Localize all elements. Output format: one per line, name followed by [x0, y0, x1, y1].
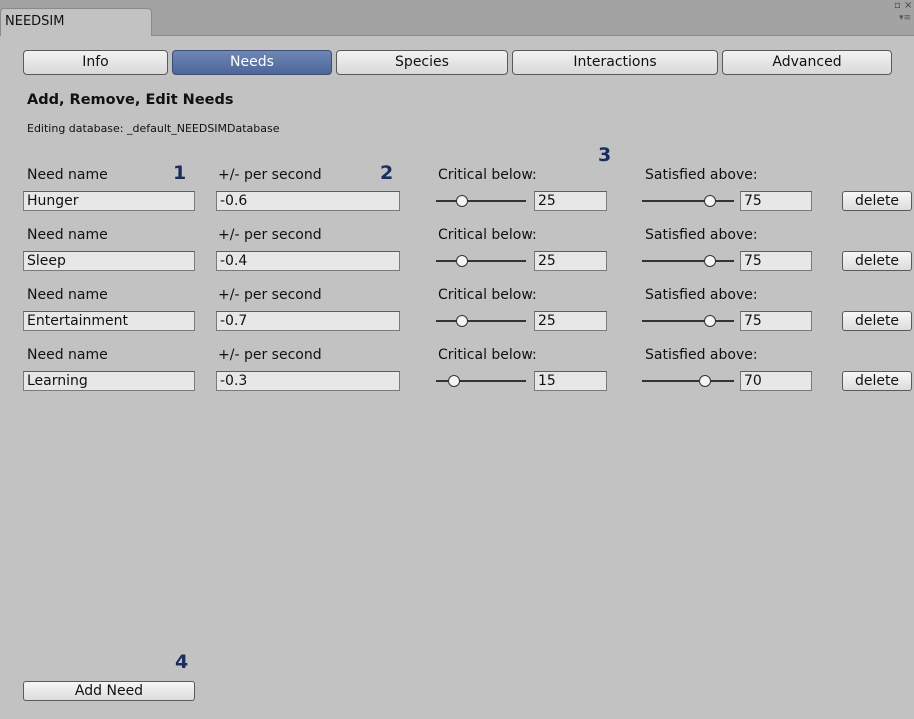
- critical-slider-track: [436, 260, 526, 262]
- satisfied-slider[interactable]: [642, 254, 734, 268]
- annotation-3: 3: [598, 144, 612, 166]
- satisfied-slider[interactable]: [642, 194, 734, 208]
- add-need-button[interactable]: Add Need: [23, 681, 195, 701]
- delete-label: delete: [854, 373, 900, 389]
- satisfied-slider-knob[interactable]: [704, 255, 716, 267]
- rate-label: +/- per second: [218, 287, 322, 303]
- critical-slider-track: [436, 320, 526, 322]
- database-info: Editing database: _default_NEEDSIMDataba…: [27, 122, 280, 135]
- rate-field[interactable]: -0.3: [216, 371, 400, 391]
- critical-slider[interactable]: [436, 254, 526, 268]
- close-icon[interactable]: ×: [904, 1, 912, 11]
- critical-label: Critical below:: [438, 347, 537, 363]
- satisfied-value-field[interactable]: 75: [740, 311, 812, 331]
- critical-slider-track: [436, 200, 526, 202]
- need-name-field[interactable]: Entertainment: [23, 311, 195, 331]
- delete-label: delete: [854, 193, 900, 209]
- critical-slider[interactable]: [436, 314, 526, 328]
- critical-slider-knob[interactable]: [456, 315, 468, 327]
- need-name-label: Need name: [27, 167, 108, 183]
- critical-slider[interactable]: [436, 374, 526, 388]
- rate-label: +/- per second: [218, 167, 322, 183]
- window-tab-label: NEEDSIM: [5, 14, 65, 29]
- tab-interactions[interactable]: Interactions: [512, 50, 718, 75]
- tab-needs-label: Needs: [230, 54, 274, 70]
- satisfied-label: Satisfied above:: [645, 227, 758, 243]
- tab-info-label: Info: [82, 54, 109, 70]
- annotation-1: 1: [173, 162, 187, 184]
- window-title-bar: NEEDSIM ▫ × ▾≡: [0, 0, 914, 36]
- restore-icon[interactable]: ▫: [894, 1, 901, 11]
- satisfied-value-field[interactable]: 70: [740, 371, 812, 391]
- satisfied-label: Satisfied above:: [645, 287, 758, 303]
- rate-field[interactable]: -0.6: [216, 191, 400, 211]
- panel-menu-icon[interactable]: ▾≡: [899, 13, 911, 23]
- need-name-field[interactable]: Sleep: [23, 251, 195, 271]
- rate-field[interactable]: -0.4: [216, 251, 400, 271]
- delete-label: delete: [854, 253, 900, 269]
- annotation-2: 2: [380, 162, 394, 184]
- satisfied-slider-track: [642, 380, 734, 382]
- need-name-field[interactable]: Learning: [23, 371, 195, 391]
- satisfied-slider-knob[interactable]: [704, 315, 716, 327]
- satisfied-slider-knob[interactable]: [704, 195, 716, 207]
- tab-advanced-label: Advanced: [772, 54, 842, 70]
- delete-button[interactable]: delete: [842, 251, 912, 271]
- critical-slider-knob[interactable]: [448, 375, 460, 387]
- satisfied-slider-track: [642, 200, 734, 202]
- delete-label: delete: [854, 313, 900, 329]
- need-name-label: Need name: [27, 287, 108, 303]
- tab-interactions-label: Interactions: [573, 54, 657, 70]
- critical-slider[interactable]: [436, 194, 526, 208]
- satisfied-label: Satisfied above:: [645, 347, 758, 363]
- tab-needs[interactable]: Needs: [172, 50, 332, 75]
- tab-info[interactable]: Info: [23, 50, 168, 75]
- rate-field[interactable]: -0.7: [216, 311, 400, 331]
- satisfied-label: Satisfied above:: [645, 167, 758, 183]
- window-tab[interactable]: NEEDSIM: [0, 8, 152, 36]
- satisfied-slider-track: [642, 320, 734, 322]
- critical-value-field[interactable]: 25: [534, 251, 607, 271]
- rate-label: +/- per second: [218, 227, 322, 243]
- critical-label: Critical below:: [438, 287, 537, 303]
- critical-value-field[interactable]: 15: [534, 371, 607, 391]
- annotation-4: 4: [175, 651, 189, 673]
- satisfied-slider-knob[interactable]: [699, 375, 711, 387]
- delete-button[interactable]: delete: [842, 371, 912, 391]
- critical-label: Critical below:: [438, 167, 537, 183]
- tab-advanced[interactable]: Advanced: [722, 50, 892, 75]
- need-name-label: Need name: [27, 347, 108, 363]
- rate-label: +/- per second: [218, 347, 322, 363]
- need-name-field[interactable]: Hunger: [23, 191, 195, 211]
- satisfied-slider[interactable]: [642, 374, 734, 388]
- critical-slider-knob[interactable]: [456, 195, 468, 207]
- section-title: Add, Remove, Edit Needs: [27, 92, 234, 108]
- need-name-label: Need name: [27, 227, 108, 243]
- satisfied-value-field[interactable]: 75: [740, 251, 812, 271]
- critical-value-field[interactable]: 25: [534, 311, 607, 331]
- critical-value-field[interactable]: 25: [534, 191, 607, 211]
- add-need-label: Add Need: [74, 683, 144, 699]
- tab-species-label: Species: [395, 54, 449, 70]
- satisfied-value-field[interactable]: 75: [740, 191, 812, 211]
- critical-label: Critical below:: [438, 227, 537, 243]
- satisfied-slider-track: [642, 260, 734, 262]
- tab-species[interactable]: Species: [336, 50, 508, 75]
- delete-button[interactable]: delete: [842, 311, 912, 331]
- delete-button[interactable]: delete: [842, 191, 912, 211]
- satisfied-slider[interactable]: [642, 314, 734, 328]
- critical-slider-knob[interactable]: [456, 255, 468, 267]
